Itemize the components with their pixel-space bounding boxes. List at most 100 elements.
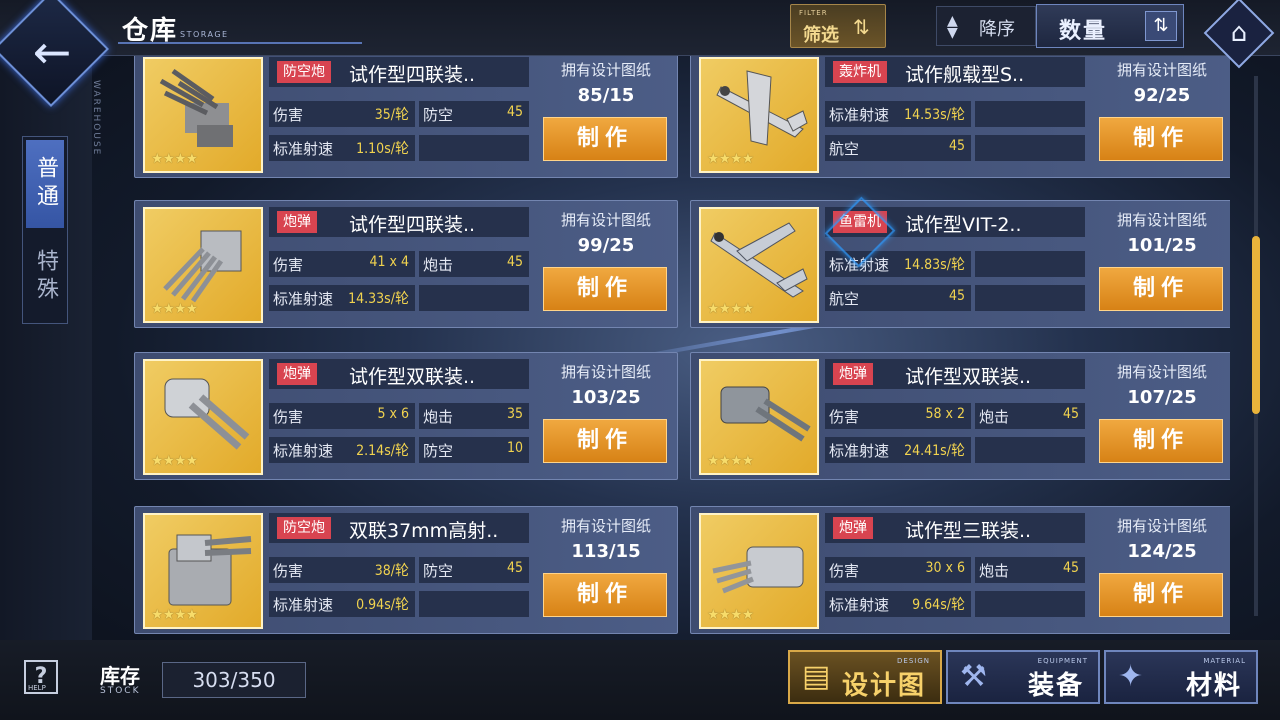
stat-value: 30 x 6 bbox=[925, 560, 965, 576]
equipment-thumbnail[interactable]: ★★★★ bbox=[699, 359, 819, 475]
stat-name: 防空 bbox=[423, 106, 454, 124]
equipment-thumbnail[interactable]: ★★★★ bbox=[699, 207, 819, 323]
stat-cell: 伤害 5 x 6 bbox=[269, 403, 415, 429]
rail-vertical-text: WAREHOUSE bbox=[91, 80, 101, 157]
type-tag: 防空炮 bbox=[277, 517, 331, 539]
blueprint-card[interactable]: ★★★★ 炮弹 试作型双联装.. 伤害 5 x 6 炮击 35 标准射速 2.1… bbox=[134, 352, 678, 480]
equipment-name: 双联37mm高射.. bbox=[349, 520, 499, 542]
make-button[interactable]: 制作 bbox=[543, 419, 667, 463]
stat-name: 炮击 bbox=[979, 408, 1010, 426]
blueprint-card[interactable]: ★★★★ 炮弹 试作型四联装.. 伤害 41 x 4 炮击 45 标准射速 14… bbox=[134, 200, 678, 328]
stat-cell: 标准射速 9.64s/轮 bbox=[825, 591, 971, 617]
stat-value: 45 bbox=[506, 254, 523, 270]
equipment-thumbnail[interactable]: ★★★★ bbox=[143, 207, 263, 323]
make-button[interactable]: 制作 bbox=[543, 117, 667, 161]
stat-cell: 标准射速 14.53s/轮 bbox=[825, 101, 971, 127]
stat-name: 防空 bbox=[423, 442, 454, 460]
stat-value: 35/轮 bbox=[374, 107, 409, 123]
stat-cell: 炮击 45 bbox=[975, 403, 1085, 429]
stat-name: 标准射速 bbox=[273, 140, 334, 158]
equipment-thumbnail[interactable]: ★★★★ bbox=[143, 513, 263, 629]
blueprint-count: 103/25 bbox=[571, 387, 641, 408]
stat-cell bbox=[975, 591, 1085, 617]
stat-value: 45 bbox=[948, 288, 965, 304]
blueprint-owned-label: 拥有设计图纸 bbox=[1116, 61, 1207, 79]
type-tag: 防空炮 bbox=[277, 61, 331, 83]
stat-cell: 防空 10 bbox=[419, 437, 529, 463]
stat-cell: 伤害 30 x 6 bbox=[825, 557, 971, 583]
make-button[interactable]: 制作 bbox=[1099, 117, 1223, 161]
blueprint-count: 107/25 bbox=[1127, 387, 1197, 408]
home-icon[interactable]: ⌂ bbox=[1214, 8, 1264, 58]
stat-name: 防空 bbox=[423, 562, 454, 580]
blueprint-card[interactable]: ★★★★ 防空炮 双联37mm高射.. 伤害 38/轮 防空 45 标准射速 0… bbox=[134, 506, 678, 634]
blueprint-card[interactable]: ★★★★ 轰炸机 试作舰载型S.. 标准射速 14.53s/轮 航空 45 拥有… bbox=[690, 56, 1230, 178]
tab-normal[interactable]: 普通 bbox=[26, 140, 64, 228]
nav-material-button[interactable]: ✦ MATERIAL 材料 bbox=[1104, 650, 1258, 704]
stat-cell: 防空 45 bbox=[419, 101, 529, 127]
stat-cell: 炮击 35 bbox=[419, 403, 529, 429]
blueprint-card[interactable]: ★★★★ 防空炮 试作型四联装.. 伤害 35/轮 防空 45 标准射速 1.1… bbox=[134, 56, 678, 178]
top-bar: 仓库 STORAGE FILTER 筛选 ⇅ ▲ ▼ 降序 数量 ⇅ bbox=[0, 0, 1280, 56]
equipment-thumbnail[interactable]: ★★★★ bbox=[699, 513, 819, 629]
equipment-thumbnail[interactable]: ★★★★ bbox=[143, 359, 263, 475]
tab-special[interactable]: 特殊 bbox=[26, 233, 64, 321]
stat-name: 炮击 bbox=[423, 256, 454, 274]
blueprint-card[interactable]: ★★★★ 鱼雷机 试作型VIT-2.. 标准射速 14.83s/轮 航空 45 … bbox=[690, 200, 1230, 328]
rarity-stars: ★★★★ bbox=[707, 607, 754, 623]
stat-cell bbox=[975, 135, 1085, 161]
stat-cell: 伤害 35/轮 bbox=[269, 101, 415, 127]
category-tabs: 普通 特殊 bbox=[22, 136, 68, 324]
stat-value: 1.10s/轮 bbox=[356, 141, 409, 157]
nav-equipment-button[interactable]: ⚒ EQUIPMENT 装备 bbox=[946, 650, 1100, 704]
equipment-name: 试作型双联装.. bbox=[349, 366, 476, 388]
blueprint-card[interactable]: ★★★★ 炮弹 试作型双联装.. 伤害 58 x 2 炮击 45 标准射速 24… bbox=[690, 352, 1230, 480]
type-tag: 轰炸机 bbox=[833, 61, 887, 83]
scrollbar-thumb[interactable] bbox=[1252, 236, 1260, 414]
stat-value: 58 x 2 bbox=[925, 406, 965, 422]
make-button[interactable]: 制作 bbox=[543, 573, 667, 617]
stat-name: 航空 bbox=[829, 290, 860, 308]
page-title-sub: STORAGE bbox=[180, 30, 229, 39]
stat-cell: 伤害 58 x 2 bbox=[825, 403, 971, 429]
blueprint-count: 101/25 bbox=[1127, 235, 1197, 256]
help-sub-label: HELP bbox=[28, 684, 46, 692]
filter-button[interactable]: FILTER 筛选 ⇅ bbox=[790, 4, 886, 48]
equipment-name: 试作型四联装.. bbox=[349, 64, 476, 86]
equipment-name: 试作型四联装.. bbox=[349, 214, 476, 236]
rarity-stars: ★★★★ bbox=[707, 453, 754, 469]
blueprint-owned-label: 拥有设计图纸 bbox=[560, 517, 651, 535]
equipment-thumbnail[interactable]: ★★★★ bbox=[699, 57, 819, 173]
stat-cell: 炮击 45 bbox=[419, 251, 529, 277]
stat-name: 炮击 bbox=[979, 562, 1010, 580]
blueprint-owned-label: 拥有设计图纸 bbox=[560, 363, 651, 381]
sort-order-toggle[interactable]: ▲ ▼ 降序 bbox=[936, 6, 1036, 46]
name-bar: 炮弹 试作型三联装.. bbox=[825, 513, 1085, 543]
filter-sort-icon: ⇅ bbox=[853, 15, 870, 39]
stat-value: 2.14s/轮 bbox=[356, 443, 409, 459]
stat-value: 10 bbox=[506, 440, 523, 456]
equipment-thumbnail[interactable]: ★★★★ bbox=[143, 57, 263, 173]
name-bar: 轰炸机 试作舰载型S.. bbox=[825, 57, 1085, 87]
stat-name: 标准射速 bbox=[829, 596, 890, 614]
stat-value: 38/轮 bbox=[374, 563, 409, 579]
stat-value: 9.64s/轮 bbox=[912, 597, 965, 613]
stat-cell bbox=[975, 251, 1085, 277]
sort-key-button[interactable]: 数量 ⇅ bbox=[1036, 4, 1184, 48]
stat-value: 14.83s/轮 bbox=[904, 257, 965, 273]
make-button[interactable]: 制作 bbox=[1099, 573, 1223, 617]
blueprint-card[interactable]: ★★★★ 炮弹 试作型三联装.. 伤害 30 x 6 炮击 45 标准射速 9.… bbox=[690, 506, 1230, 634]
stock-label: 库存 bbox=[100, 664, 140, 688]
name-bar: 炮弹 试作型四联装.. bbox=[269, 207, 529, 237]
stat-value: 24.41s/轮 bbox=[904, 443, 965, 459]
blueprint-count: 99/25 bbox=[577, 235, 635, 256]
nav-design-sub: DESIGN bbox=[897, 657, 930, 665]
stock-sub-label: STOCK bbox=[100, 686, 141, 696]
stat-cell: 航空 45 bbox=[825, 135, 971, 161]
nav-design-button[interactable]: ▤ DESIGN 设计图 bbox=[788, 650, 942, 704]
blueprint-icon: ▤ bbox=[802, 659, 831, 694]
back-arrow-icon[interactable]: ← bbox=[22, 22, 82, 82]
make-button[interactable]: 制作 bbox=[1099, 267, 1223, 311]
make-button[interactable]: 制作 bbox=[1099, 419, 1223, 463]
make-button[interactable]: 制作 bbox=[543, 267, 667, 311]
